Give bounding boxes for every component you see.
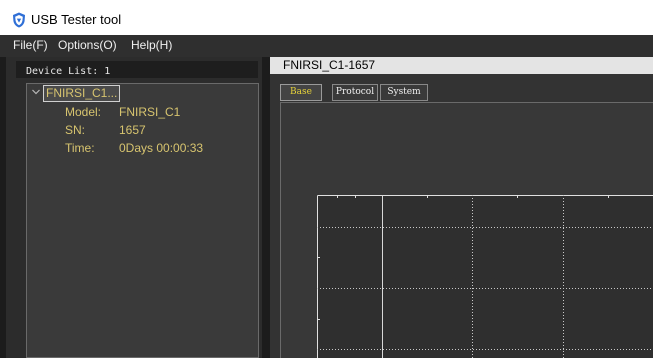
title-bar: USB Tester tool: [0, 0, 653, 35]
device-panel-title: FNIRSI_C1-1657: [283, 58, 376, 72]
sn-value: 1657: [119, 123, 146, 137]
device-list-panel: Device List: 1 FNIRSI_C1... Model: FNIRS…: [6, 57, 262, 358]
device-panel-header: FNIRSI_C1-1657: [270, 57, 653, 74]
measurement-plot: [317, 195, 653, 358]
device-panel: FNIRSI_C1-1657 Base Protocol System: [270, 57, 653, 358]
model-label: Model:: [65, 105, 102, 119]
time-value: 0Days 00:00:33: [119, 141, 204, 155]
chevron-down-icon[interactable]: [30, 86, 42, 98]
shield-icon: [13, 12, 25, 28]
app-body: Device List: 1 FNIRSI_C1... Model: FNIRS…: [0, 57, 653, 358]
menu-bar: File(F) Options(O) Help(H): [0, 35, 653, 57]
tab-system[interactable]: System: [380, 84, 428, 101]
device-list-header: Device List: 1: [16, 61, 258, 78]
sn-label: SN:: [65, 123, 86, 137]
menu-help[interactable]: Help(H): [131, 38, 172, 53]
menu-options[interactable]: Options(O): [58, 38, 117, 53]
device-tree-node[interactable]: FNIRSI_C1...: [43, 85, 121, 102]
device-tree[interactable]: FNIRSI_C1... Model: FNIRSI_C1 SN: 1657 T…: [26, 83, 259, 358]
menu-file[interactable]: File(F): [13, 38, 48, 53]
device-list-label: Device List: 1: [26, 66, 111, 77]
time-label: Time:: [65, 141, 95, 155]
tab-protocol[interactable]: Protocol: [332, 84, 378, 101]
window-title: USB Tester tool: [31, 12, 122, 27]
model-value: FNIRSI_C1: [119, 105, 181, 119]
tab-base[interactable]: Base: [280, 84, 322, 101]
